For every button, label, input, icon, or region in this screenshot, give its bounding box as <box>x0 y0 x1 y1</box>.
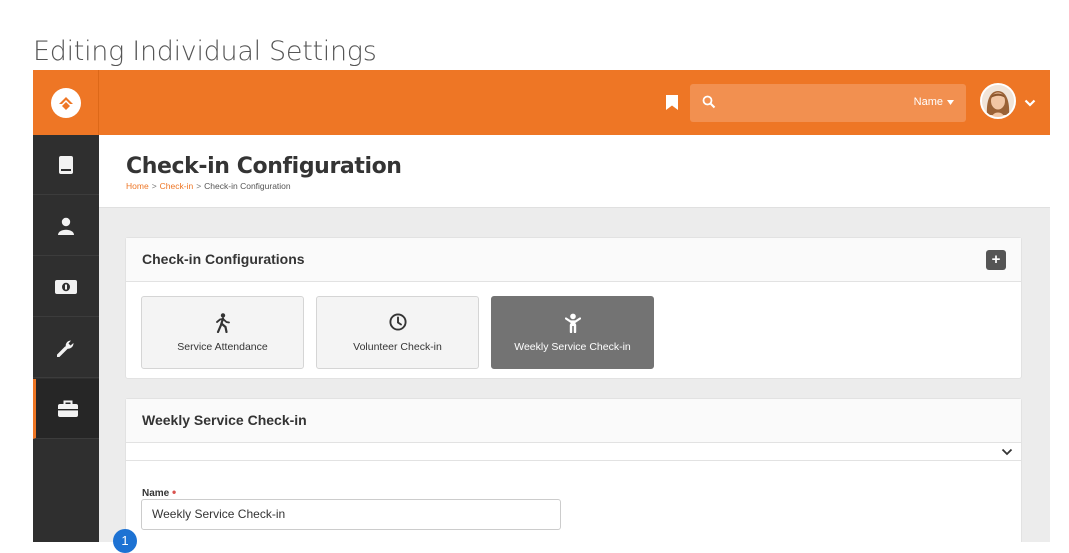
avatar[interactable] <box>980 83 1016 119</box>
name-field[interactable]: Weekly Service Check-in <box>141 499 561 530</box>
book-icon <box>59 155 73 174</box>
configurations-panel-header: Check-in Configurations + <box>126 238 1021 282</box>
page-header: Check-in Configuration Home > Check-in >… <box>99 135 1050 208</box>
caret-down-icon <box>947 99 954 105</box>
clock-icon <box>388 313 407 331</box>
child-icon <box>564 313 581 333</box>
document-heading: Editing Individual Settings <box>33 36 377 67</box>
breadcrumb-separator: > <box>196 181 202 191</box>
breadcrumb-home[interactable]: Home <box>126 181 149 191</box>
sidebar-item-tools[interactable] <box>33 318 99 378</box>
rock-logo-icon <box>50 87 81 118</box>
breadcrumb-separator: > <box>151 181 157 191</box>
wrench-icon <box>57 340 74 357</box>
money-icon <box>55 279 77 294</box>
breadcrumb: Home > Check-in > Check-in Configuration <box>126 181 291 191</box>
search-input[interactable]: Name <box>690 84 966 122</box>
breadcrumb-current: Check-in Configuration <box>204 181 291 191</box>
sidebar-item-book[interactable] <box>33 135 99 195</box>
top-navbar: Name <box>33 70 1050 135</box>
configuration-detail-header: Weekly Service Check-in <box>126 399 1021 443</box>
walking-person-icon <box>215 313 230 333</box>
configurations-panel-title: Check-in Configurations <box>142 251 305 267</box>
search-filter-dropdown[interactable]: Name <box>914 96 954 108</box>
name-label-text: Name <box>142 488 170 499</box>
sidebar-item-people[interactable] <box>33 196 99 256</box>
config-card-label: Volunteer Check-in <box>353 341 442 353</box>
briefcase-icon <box>57 400 78 417</box>
chevron-down-icon[interactable] <box>1024 98 1036 108</box>
config-card-service-attendance[interactable]: Service Attendance <box>141 296 304 369</box>
step-number-badge: 1 <box>113 529 137 553</box>
sidebar <box>33 135 99 542</box>
person-icon <box>58 217 74 235</box>
name-field-label: Name • <box>142 485 176 499</box>
config-card-volunteer-check-in[interactable]: Volunteer Check-in <box>316 296 479 369</box>
config-card-label: Weekly Service Check-in <box>514 341 631 353</box>
add-configuration-button[interactable]: + <box>986 250 1006 270</box>
configuration-detail-title: Weekly Service Check-in <box>142 412 307 428</box>
breadcrumb-check-in[interactable]: Check-in <box>160 181 194 191</box>
configurations-panel: Check-in Configurations + Service Attend… <box>125 237 1022 379</box>
search-filter-label: Name <box>913 96 943 108</box>
config-card-label: Service Attendance <box>177 341 268 353</box>
configuration-detail-panel: Weekly Service Check-in Name • Weekly Se… <box>125 398 1022 542</box>
app-window: Name Check-in Configuration Home > Check… <box>33 70 1050 542</box>
bookmark-icon[interactable] <box>666 95 678 110</box>
search-icon <box>702 95 716 109</box>
chevron-down-icon <box>1001 448 1013 456</box>
logo[interactable] <box>33 70 99 135</box>
page-title: Check-in Configuration <box>126 154 402 179</box>
sidebar-item-finance[interactable] <box>33 257 99 317</box>
sidebar-item-admin[interactable] <box>33 379 99 439</box>
config-card-weekly-service-check-in[interactable]: Weekly Service Check-in <box>491 296 654 369</box>
collapse-bar[interactable] <box>126 443 1021 461</box>
required-indicator: • <box>172 485 177 499</box>
